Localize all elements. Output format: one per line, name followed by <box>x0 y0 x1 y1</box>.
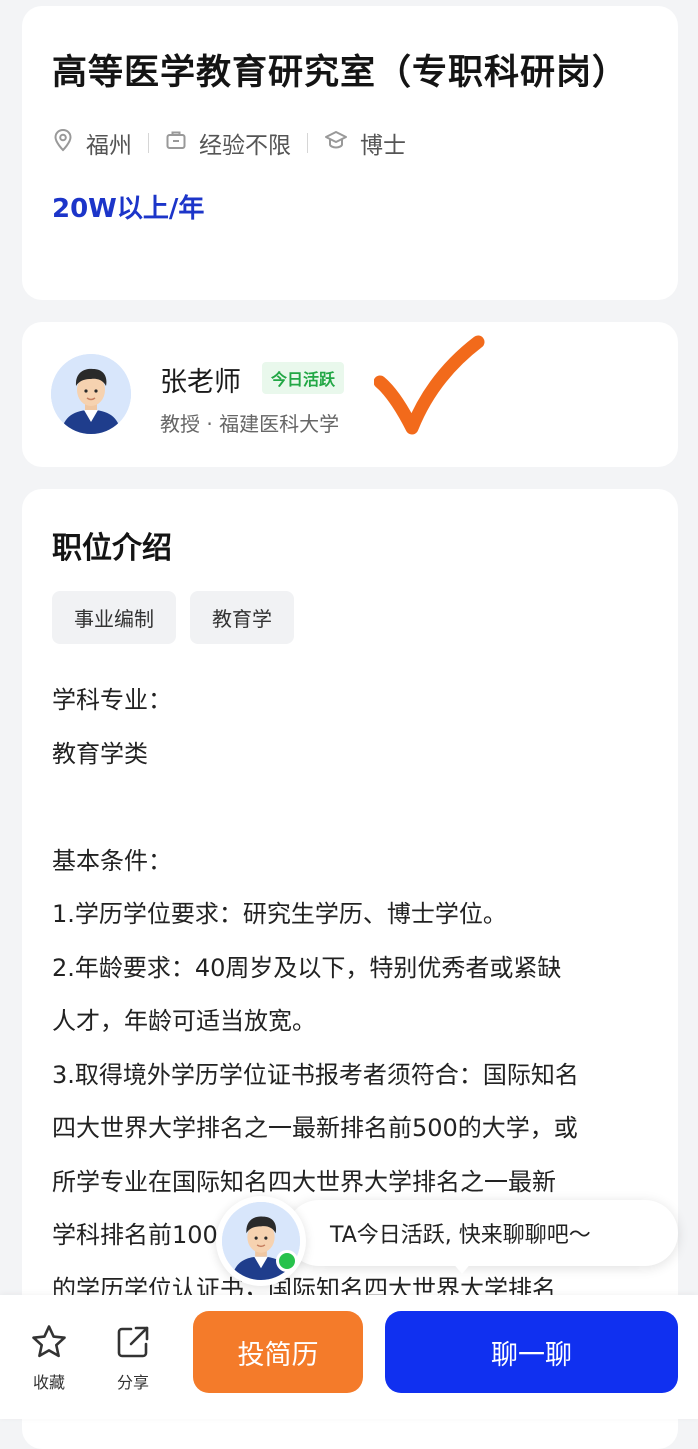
job-tags: 事业编制 教育学 <box>52 591 648 644</box>
active-status-badge: 今日活跃 <box>262 362 345 394</box>
job-tag: 事业编制 <box>52 591 176 644</box>
section-title: 职位介绍 <box>52 531 172 566</box>
recruiter-name: 张老师 <box>160 367 241 398</box>
description-line <box>52 781 648 835</box>
submit-resume-button[interactable]: 投简历 <box>193 1311 363 1393</box>
star-icon <box>19 1323 79 1361</box>
job-location-text: 福州 <box>86 133 132 159</box>
description-line: 教育学类 <box>52 739 148 768</box>
briefcase-icon <box>165 129 199 157</box>
description-line: 3.取得境外学历学位证书报考者须符合：国际知名 <box>52 1060 579 1089</box>
share-icon <box>103 1323 163 1361</box>
meta-divider <box>148 133 149 153</box>
job-location: 福州 <box>52 126 132 160</box>
job-salary: 20W以上/年 <box>52 194 205 224</box>
description-line: 基本条件： <box>52 846 172 875</box>
description-line: 学科专业： <box>52 686 172 714</box>
chat-bubble-tail <box>452 1262 472 1274</box>
chat-prompt-text: TA今日活跃, 快来聊聊吧～ <box>330 1223 591 1248</box>
location-pin-icon <box>52 128 86 158</box>
recruiter-card[interactable]: 张老师 今日活跃 教授 · 福建医科大学 <box>22 322 678 467</box>
description-line: 人才，年龄可适当放宽。 <box>52 1007 316 1035</box>
job-tag: 教育学 <box>190 591 294 644</box>
job-education: 博士 <box>324 126 406 160</box>
description-line: 1.学历学位要求：研究生学历、博士学位。 <box>52 900 507 928</box>
share-button[interactable]: 分享 <box>103 1323 163 1393</box>
favorite-label: 收藏 <box>32 1373 65 1392</box>
recruiter-title: 教授 · 福建医科大学 <box>160 412 340 436</box>
share-label: 分享 <box>116 1373 149 1392</box>
job-experience: 经验不限 <box>165 126 291 160</box>
chat-prompt[interactable]: TA今日活跃, 快来聊聊吧～ <box>216 1196 678 1286</box>
online-status-dot <box>276 1250 298 1272</box>
recruiter-avatar[interactable] <box>51 354 131 434</box>
job-education-text: 博士 <box>360 133 406 159</box>
job-experience-text: 经验不限 <box>199 133 291 159</box>
job-title: 高等医学教育研究室（专职科研岗） <box>52 53 629 93</box>
favorite-button[interactable]: 收藏 <box>19 1323 79 1393</box>
job-header-card: 高等医学教育研究室（专职科研岗） 福州 经验不限 博士 20W以上/年 <box>22 6 678 300</box>
job-meta-row: 福州 经验不限 博士 <box>52 126 648 160</box>
chat-button[interactable]: 聊一聊 <box>385 1311 678 1393</box>
checkmark-annotation-icon <box>373 334 494 448</box>
description-line: 2.年龄要求：40周岁及以下，特别优秀者或紧缺 <box>52 953 562 982</box>
chat-prompt-bubble[interactable]: TA今日活跃, 快来聊聊吧～ <box>286 1200 678 1266</box>
description-line: 四大世界大学排名之一最新排名前500的大学，或 <box>52 1114 578 1142</box>
graduation-cap-icon <box>324 129 360 157</box>
meta-divider <box>307 133 308 153</box>
bottom-action-bar: 收藏 分享 投简历 聊一聊 <box>0 1295 698 1419</box>
